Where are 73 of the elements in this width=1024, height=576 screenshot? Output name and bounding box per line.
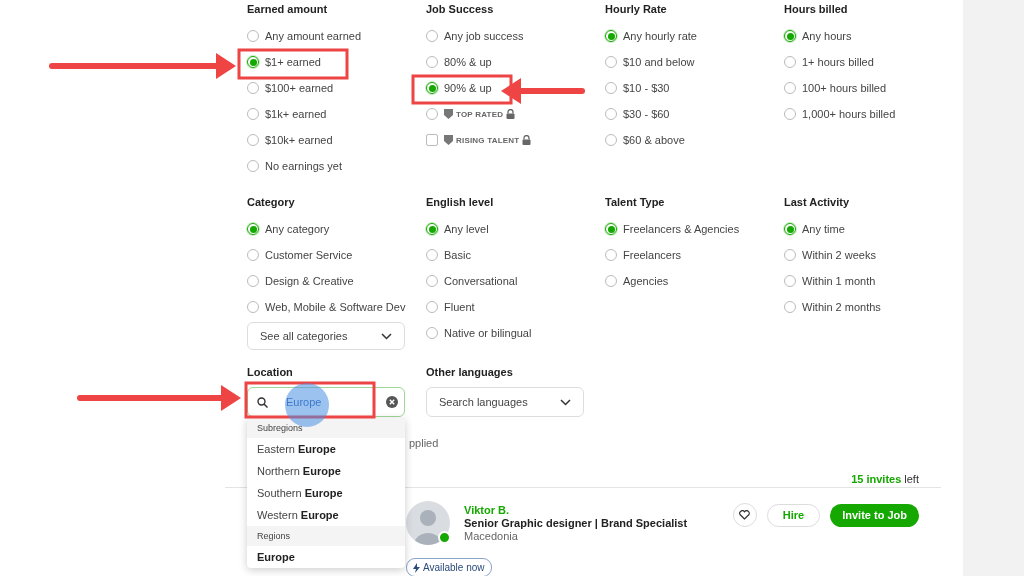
option-label: 1+ hours billed xyxy=(802,56,874,68)
filter-heading: Talent Type xyxy=(605,195,665,210)
option-label: $10k+ earned xyxy=(265,134,333,146)
option-label: Any time xyxy=(802,223,845,235)
invites-count: 15 invites xyxy=(851,473,902,485)
location-suggestion[interactable]: Western Europe xyxy=(247,504,405,526)
option-label: Within 2 weeks xyxy=(802,249,876,261)
filter-heading: Last Activity xyxy=(784,195,849,210)
suggestion-group-heading: Regions xyxy=(247,526,405,546)
option-label: $1k+ earned xyxy=(265,108,327,120)
category-dropdown[interactable]: See all categories xyxy=(247,322,405,350)
option-label: Within 1 month xyxy=(802,275,876,287)
option-label: $30 - $60 xyxy=(623,108,670,120)
location-suggestion[interactable]: Europe xyxy=(247,546,405,568)
option-label: $60 & above xyxy=(623,134,685,146)
option-label: TOP RATED xyxy=(456,109,504,119)
option-label: Any hours xyxy=(802,30,852,42)
option-label: Freelancers & Agencies xyxy=(623,223,740,235)
applied-note: pplied xyxy=(409,437,439,449)
option-label: Freelancers xyxy=(623,249,682,261)
option-label: No earnings yet xyxy=(265,160,343,172)
clear-icon[interactable] xyxy=(386,396,398,408)
option-label: Agencies xyxy=(623,275,669,287)
filter-heading: Hourly Rate xyxy=(605,2,667,17)
option-label: Fluent xyxy=(444,301,475,313)
option-label: $100+ earned xyxy=(265,82,334,94)
filter-heading: Earned amount xyxy=(247,2,328,17)
shield-badge-icon xyxy=(444,135,453,145)
option-label: RISING TALENT xyxy=(456,135,520,145)
available-now-badge: Available now xyxy=(406,558,492,576)
option-label: Basic xyxy=(444,249,471,261)
option-label: Any category xyxy=(265,223,330,235)
filter-heading: Location xyxy=(247,365,293,380)
invites-label: left xyxy=(904,473,919,485)
option-label: 1,000+ hours billed xyxy=(802,108,896,120)
filter-heading: Other languages xyxy=(426,365,513,380)
option-label: Within 2 months xyxy=(802,301,881,313)
filter-heading: Hours billed xyxy=(784,2,848,17)
option-label: Conversational xyxy=(444,275,518,287)
chevron-down-icon xyxy=(560,398,571,406)
option-label: Any job success xyxy=(444,30,524,42)
languages-dropdown[interactable]: Search languages xyxy=(426,387,584,417)
search-icon xyxy=(257,396,268,408)
location-suggestion[interactable]: Eastern Europe xyxy=(247,438,405,460)
option-label: Any level xyxy=(444,223,489,235)
location-suggestion[interactable]: Northern Europe xyxy=(247,460,405,482)
option-label: Any amount earned xyxy=(265,30,361,42)
location-suggestion[interactable]: Southern Europe xyxy=(247,482,405,504)
freelancer-location: Macedonia xyxy=(464,530,519,542)
lock-icon xyxy=(522,135,532,145)
option-label: Any hourly rate xyxy=(623,30,697,42)
freelancer-title: Senior Graphic designer | Brand Specialist xyxy=(464,517,688,529)
shield-badge-icon xyxy=(444,109,453,119)
option-label: $10 - $30 xyxy=(623,82,670,94)
filter-heading: Job Success xyxy=(426,2,494,17)
suggestion-group-heading: Subregions xyxy=(247,418,405,438)
chevron-down-icon xyxy=(381,332,392,340)
filter-heading: English level xyxy=(426,195,494,210)
option-label: $10 and below xyxy=(623,56,695,68)
filter-heading: Category xyxy=(247,195,295,210)
option-label: Native or bilingual xyxy=(444,327,532,339)
option-label: $1+ earned xyxy=(265,56,321,68)
option-label: 90% & up xyxy=(444,82,492,94)
lock-icon xyxy=(506,109,516,119)
option-label: Web, Mobile & Software Dev xyxy=(265,301,406,313)
heart-icon xyxy=(739,510,751,520)
lightning-icon xyxy=(413,562,420,573)
favorite-button[interactable] xyxy=(732,503,757,527)
option-label: Customer Service xyxy=(265,249,353,261)
checkbox[interactable] xyxy=(426,134,438,146)
option-label: Design & Creative xyxy=(265,275,354,287)
option-label: 80% & up xyxy=(444,56,492,68)
option-label: 100+ hours billed xyxy=(802,82,887,94)
